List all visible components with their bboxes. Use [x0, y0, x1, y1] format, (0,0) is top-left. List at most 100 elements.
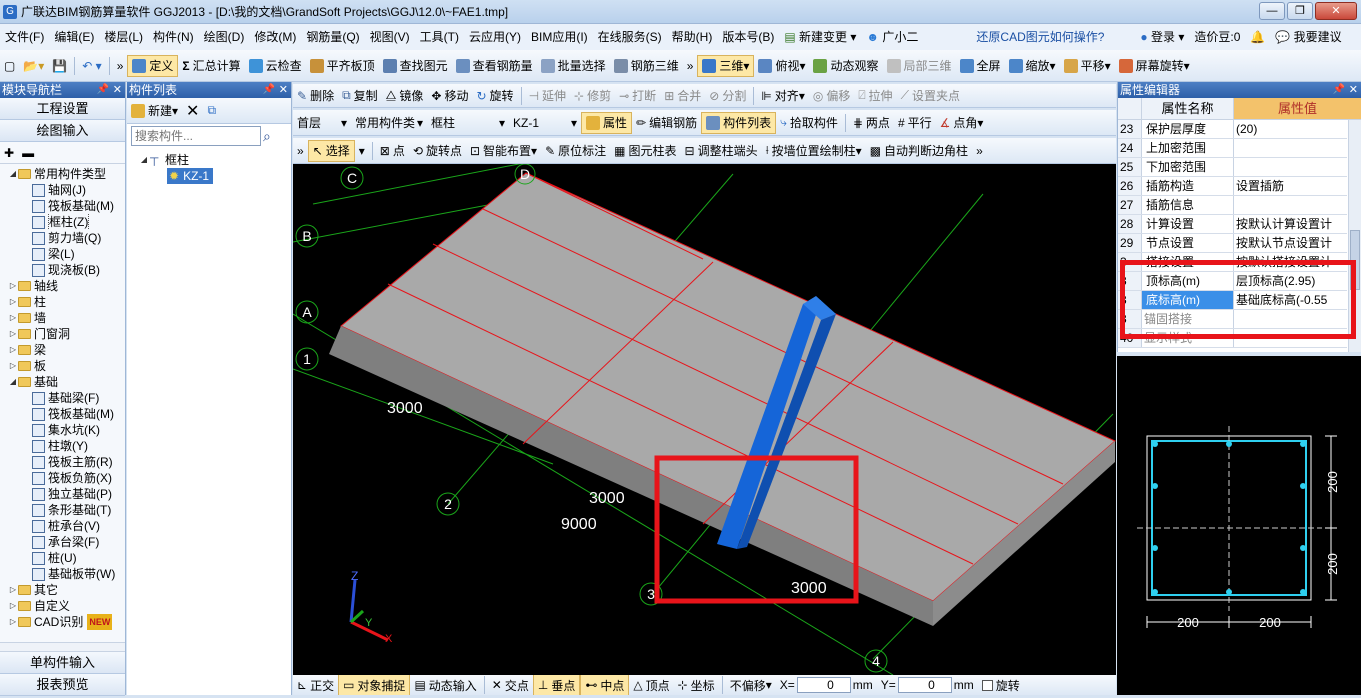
bell-icon[interactable]: 🔔: [1245, 24, 1270, 50]
menu-new-change[interactable]: ▤ 新建变更 ▾: [779, 24, 861, 50]
nav-tree-item[interactable]: 桩(U): [4, 550, 125, 566]
nav-tree-item[interactable]: 现浇板(B): [4, 262, 125, 278]
nav-tree-item[interactable]: 筏板基础(M): [4, 406, 125, 422]
property-row[interactable]: 25 下加密范围: [1118, 158, 1347, 177]
expand-icon[interactable]: ▷: [8, 582, 18, 598]
expand-icon[interactable]: ▷: [8, 598, 18, 614]
fullscreen-button[interactable]: 全屏: [956, 55, 1005, 77]
menu-tools[interactable]: 工具(T): [415, 24, 464, 50]
tree-scrollbar[interactable]: [0, 642, 125, 652]
property-value[interactable]: [1234, 139, 1347, 157]
nav-tree-item[interactable]: ▷ 其它: [4, 582, 125, 598]
nav-tree-item[interactable]: 桩承台(V): [4, 518, 125, 534]
local-3d-button[interactable]: 局部三维: [883, 55, 956, 77]
name-select[interactable]: KZ-1 ▾: [509, 112, 581, 134]
screen-rotate-button[interactable]: 屏幕旋转 ▾: [1115, 55, 1194, 77]
set-grip-button[interactable]: ⟋ 设置夹点: [897, 85, 964, 107]
object-snap-toggle[interactable]: ▭ 对象捕捉: [338, 675, 411, 695]
nav-tree-item[interactable]: 独立基础(P): [4, 486, 125, 502]
menu-version[interactable]: 版本号(B): [717, 24, 779, 50]
close-icon[interactable]: ✕: [1349, 82, 1358, 98]
cad-help-link[interactable]: 还原CAD图元如何操作?: [971, 24, 1109, 50]
pick-component-button[interactable]: ⤷ 拾取构件: [776, 112, 842, 134]
mirror-button[interactable]: ⧋ 镜像: [382, 85, 428, 107]
search-input[interactable]: [131, 126, 261, 146]
tree-item-kz1[interactable]: ✹ KZ-1: [139, 168, 291, 184]
search-icon[interactable]: ⌕: [263, 128, 271, 145]
nav-tree-item[interactable]: 基础梁(F): [4, 390, 125, 406]
nav-tree-item[interactable]: ▷ 轴线: [4, 278, 125, 294]
offset-select[interactable]: 不偏移 ▾: [726, 675, 776, 695]
project-settings-button[interactable]: 工程设置: [0, 98, 125, 120]
close-icon[interactable]: ✕: [279, 82, 288, 98]
stretch-button[interactable]: ⍁ 拉伸: [854, 85, 896, 107]
minimize-button[interactable]: —: [1259, 2, 1285, 20]
zoom-button[interactable]: 缩放 ▾: [1005, 55, 1060, 77]
properties-button[interactable]: 属性: [581, 111, 633, 134]
draw-by-wall-button[interactable]: ⟊ 按墙位置绘制柱 ▾: [762, 140, 866, 162]
select-dropdown[interactable]: ▾: [355, 140, 369, 162]
nav-tree-item[interactable]: 筏板主筋(R): [4, 454, 125, 470]
rebar-3d-button[interactable]: 钢筋三维: [610, 55, 683, 77]
expand-icon[interactable]: ▷: [8, 326, 18, 342]
menu-bim[interactable]: BIM应用(I): [526, 24, 593, 50]
expand-icon[interactable]: ▷: [8, 614, 18, 630]
report-preview-button[interactable]: 报表预览: [0, 674, 125, 696]
adjust-column-end-button[interactable]: ⊟ 调整柱端头: [681, 140, 762, 162]
nav-tree-item[interactable]: 条形基础(T): [4, 502, 125, 518]
point-button[interactable]: ⊠ 点: [376, 140, 409, 162]
copy-component-icon[interactable]: ⧉: [203, 100, 220, 122]
pin-icon[interactable]: 📌: [1333, 82, 1345, 98]
nav-tree-item[interactable]: 筏板基础(M): [4, 198, 125, 214]
chevron-icon[interactable]: »: [113, 55, 128, 77]
close-button[interactable]: ✕: [1315, 2, 1357, 20]
nav-tree-item[interactable]: 框柱(Z): [4, 214, 125, 230]
save-icon[interactable]: 💾: [48, 55, 71, 77]
expand-icon[interactable]: ▷: [8, 294, 18, 310]
nav-tree-item[interactable]: ▷ 墙: [4, 310, 125, 326]
open-icon[interactable]: 📂▾: [19, 55, 48, 77]
property-value[interactable]: 按默认节点设置计: [1234, 234, 1347, 252]
nav-tree-item[interactable]: ▷ 门窗洞: [4, 326, 125, 342]
close-icon[interactable]: ✕: [113, 82, 122, 98]
property-value[interactable]: [1234, 196, 1347, 214]
x-coord-field[interactable]: X= 0 mm: [776, 675, 877, 695]
in-place-mark-button[interactable]: ✎ 原位标注: [541, 140, 610, 162]
auto-corner-button[interactable]: ▩ 自动判断边角柱: [866, 140, 972, 162]
split-button[interactable]: ⊘ 分割: [705, 85, 750, 107]
rotate-checkbox[interactable]: 旋转: [978, 675, 1024, 695]
nav-tree-item[interactable]: ▷ 柱: [4, 294, 125, 310]
nav-tree-item[interactable]: 轴网(J): [4, 182, 125, 198]
break-button[interactable]: ⊸ 打断: [615, 85, 660, 107]
dynamic-input-toggle[interactable]: ▤ 动态输入: [410, 675, 480, 695]
property-row[interactable]: 27 插筋信息: [1118, 196, 1347, 215]
nav-tree-item[interactable]: 梁(L): [4, 246, 125, 262]
menu-guangxiaoer[interactable]: ☻ 广小二: [861, 24, 923, 50]
menu-help[interactable]: 帮助(H): [667, 24, 718, 50]
3d-viewport[interactable]: C D B A 1 2 3 4 3000 3000 9000 3000 Z Y …: [293, 164, 1116, 675]
component-list-button[interactable]: 构件列表: [701, 111, 777, 134]
nav-tree-item[interactable]: 剪力墙(Q): [4, 230, 125, 246]
menu-file[interactable]: 文件(F): [0, 24, 49, 50]
new-component-button[interactable]: 新建 ▾: [127, 100, 182, 122]
property-value[interactable]: 设置插筋: [1234, 177, 1347, 195]
collapse-icon[interactable]: ◢: [8, 374, 18, 390]
define-button[interactable]: 定义: [127, 54, 179, 77]
collapse-all-icon[interactable]: ▬: [22, 146, 34, 160]
level-slab-button[interactable]: 平齐板顶: [306, 55, 379, 77]
ortho-toggle[interactable]: ⊾ 正交: [293, 675, 338, 695]
delete-component-icon[interactable]: ✕: [182, 100, 203, 122]
draw-input-button[interactable]: 绘图输入: [0, 120, 125, 142]
nav-tree-item[interactable]: ◢ 基础: [4, 374, 125, 390]
cloud-check-button[interactable]: 云检查: [245, 55, 306, 77]
component-select[interactable]: 框柱 ▾: [427, 112, 509, 134]
property-value[interactable]: 按默认计算设置计: [1234, 215, 1347, 233]
menu-component[interactable]: 构件(N): [148, 24, 199, 50]
expand-icon[interactable]: ▷: [8, 278, 18, 294]
trim-button[interactable]: ⊹ 修剪: [570, 85, 615, 107]
chevron-icon-4[interactable]: »: [972, 140, 987, 162]
pin-icon[interactable]: 📌: [263, 82, 275, 98]
select-button[interactable]: ↖ 选择: [307, 139, 355, 162]
x-input[interactable]: 0: [796, 677, 851, 693]
property-row[interactable]: 29 节点设置 按默认节点设置计: [1118, 234, 1347, 253]
